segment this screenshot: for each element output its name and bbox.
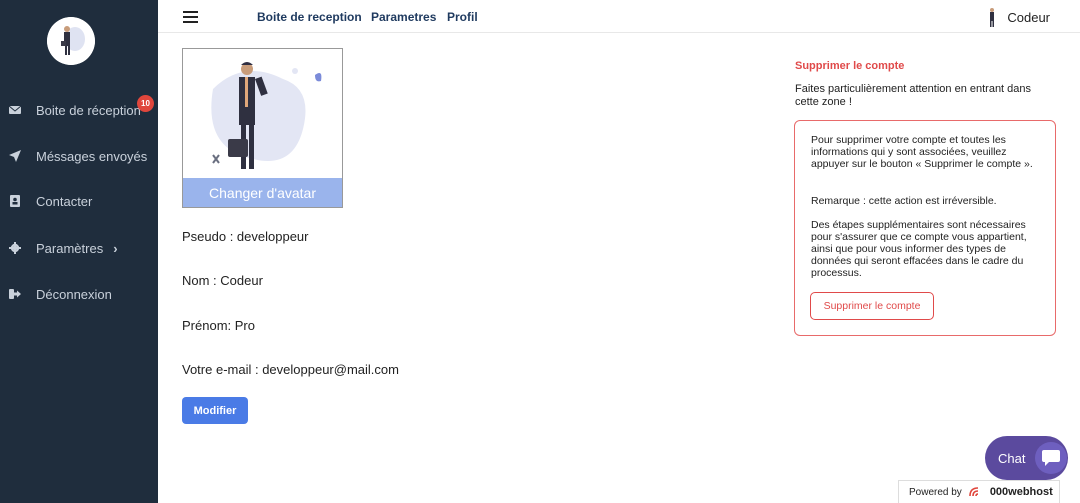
sidebar-item-label: Déconnexion [36, 286, 112, 302]
hamburger-menu-icon[interactable] [183, 11, 198, 23]
pseudo-field: Pseudo : developpeur [182, 229, 309, 244]
danger-zone-box: Pour supprimer votre compte et toutes le… [794, 120, 1056, 336]
sidebar-item-settings[interactable]: Paramètres › [0, 233, 158, 263]
danger-warning-text: Faites particulièrement attention en ent… [795, 83, 1032, 108]
gear-icon [8, 241, 22, 255]
chevron-right-icon: › [113, 240, 118, 256]
unread-badge: 10 [137, 95, 154, 112]
danger-paragraph-2: Remarque : cette action est irréversible… [811, 195, 997, 207]
nav-link-settings[interactable]: Parametres [371, 10, 436, 24]
user-menu[interactable]: Codeur [983, 7, 1050, 27]
delete-account-button[interactable]: Supprimer le compte [810, 292, 934, 320]
sidebar-item-label: Contacter [36, 193, 93, 209]
nav-link-profile[interactable]: Profil [447, 10, 478, 24]
modify-button[interactable]: Modifier [182, 397, 248, 424]
host-name: 000webhost [989, 486, 1053, 498]
delete-account-title: Supprimer le compte [795, 60, 905, 72]
paper-plane-icon [8, 149, 22, 163]
top-navbar: Boite de reception Parametres Profil Cod… [158, 0, 1080, 33]
email-field: Votre e-mail : developpeur@mail.com [182, 362, 399, 377]
sidebar-item-label: Paramètres [36, 240, 104, 256]
nav-link-inbox[interactable]: Boite de reception [257, 10, 362, 24]
sidebar-item-label: Boite de réception [36, 102, 141, 118]
sidebar-item-inbox[interactable]: Boite de réception [0, 95, 158, 125]
nom-field: Nom : Codeur [182, 273, 263, 288]
chat-bubble-icon [1035, 442, 1068, 474]
sidebar-item-sent[interactable]: Méssages envoyés [0, 141, 158, 171]
danger-paragraph-3: Des étapes supplémentaires sont nécessai… [811, 219, 1027, 279]
sidebar-item-logout[interactable]: Déconnexion [0, 279, 158, 309]
user-avatar-icon [990, 8, 995, 27]
powered-by-text: Powered by [909, 486, 962, 498]
chat-widget-button[interactable]: Chat [985, 436, 1068, 480]
envelope-icon [8, 103, 22, 117]
profile-avatar: Changer d'avatar [182, 48, 343, 208]
sign-out-icon [8, 287, 22, 301]
prenom-field: Prénom: Pro [182, 318, 255, 333]
sidebar: Boite de réception 10 Méssages envoyés C… [0, 0, 158, 503]
sidebar-item-label: Méssages envoyés [36, 148, 148, 164]
user-name: Codeur [1007, 9, 1050, 25]
sidebar-avatar[interactable] [47, 17, 95, 65]
sidebar-item-contact[interactable]: Contacter [0, 186, 158, 216]
webhost-logo-icon [969, 487, 978, 497]
powered-by-badge[interactable]: Powered by 000webhost [898, 480, 1060, 503]
address-book-icon [8, 194, 22, 208]
danger-paragraph-1: Pour supprimer votre compte et toutes le… [811, 134, 1033, 170]
change-avatar-button[interactable]: Changer d'avatar [183, 178, 342, 207]
chat-label: Chat [998, 450, 1026, 466]
